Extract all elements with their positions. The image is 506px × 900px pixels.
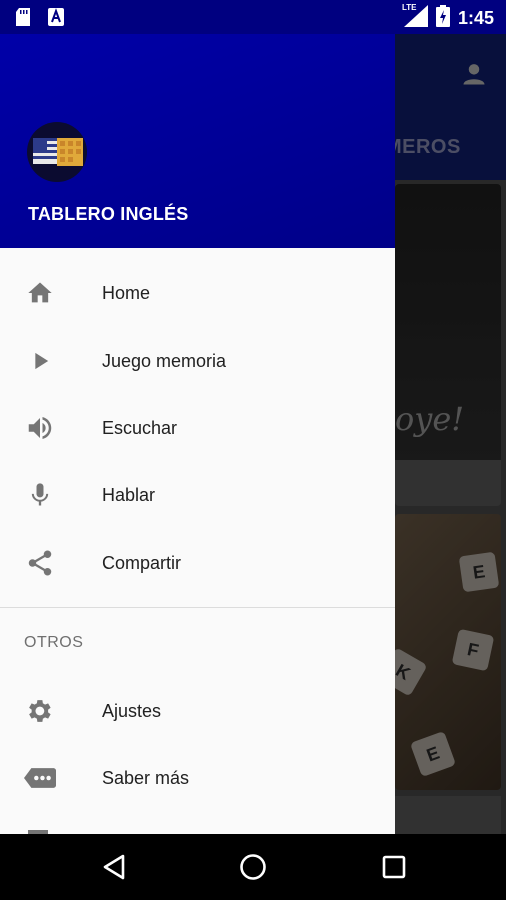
microphone-icon (24, 479, 56, 511)
play-icon (24, 345, 56, 377)
menu-item-label: Saber más (102, 767, 190, 788)
menu-item-label: Compartir (102, 552, 182, 573)
menu-item-saber-mas[interactable]: Saber más (0, 749, 395, 807)
menu-item-label: Home (102, 282, 151, 303)
app-logo-flag-icon (27, 122, 87, 182)
back-button[interactable] (96, 849, 132, 885)
lte-signal-icon: LTE (402, 3, 428, 32)
volume-icon (24, 412, 56, 444)
menu-item-escuchar[interactable]: Escuchar (0, 399, 395, 457)
status-bar: LTE 1:45 (0, 0, 506, 34)
navigation-drawer: TABLERO INGLÉS Home Juego memoria Escuch… (0, 34, 395, 834)
section-title-otros: OTROS (24, 634, 84, 651)
menu-item-home[interactable]: Home (0, 264, 395, 322)
status-time: 1:45 (457, 8, 494, 28)
sd-card-icon (16, 8, 30, 31)
home-icon (24, 277, 56, 309)
navigation-bar (0, 834, 506, 900)
menu-item-label: Ajustes (102, 700, 162, 721)
recents-button[interactable] (376, 849, 412, 885)
a-notification-icon (48, 8, 64, 31)
menu-item-label: Escuchar (102, 417, 178, 438)
menu-item-hablar[interactable]: Hablar (0, 466, 395, 524)
drawer-divider (0, 607, 395, 608)
screen: LTE 1:45 ÚMEROS oye! E F E K TABLERO ING… (0, 0, 506, 900)
share-icon (24, 547, 56, 579)
menu-item-compartir[interactable]: Compartir (0, 534, 395, 592)
menu-item-juego-memoria[interactable]: Juego memoria (0, 332, 395, 390)
drawer-title: TABLERO INGLÉS (28, 204, 189, 224)
menu-item-ajustes[interactable]: Ajustes (0, 682, 395, 740)
menu-item-label: Hablar (102, 484, 156, 505)
home-button[interactable] (235, 849, 271, 885)
more-tag-icon (24, 762, 56, 794)
battery-charging-icon (435, 5, 450, 32)
menu-item-label: Juego memoria (102, 350, 227, 371)
drawer-header: TABLERO INGLÉS (0, 34, 395, 248)
gear-icon (24, 695, 56, 727)
